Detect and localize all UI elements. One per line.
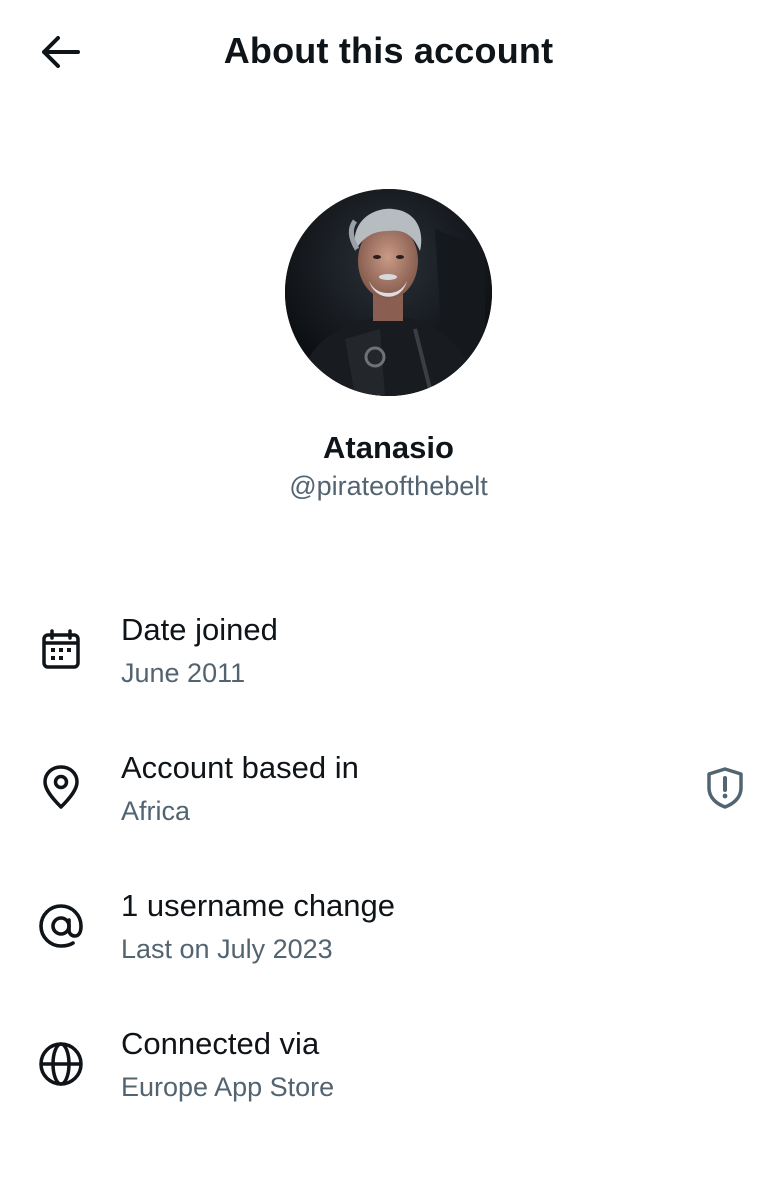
info-value: Europe App Store xyxy=(121,1072,335,1102)
header: About this account xyxy=(0,0,777,104)
at-sign-icon xyxy=(36,901,86,951)
info-value: Last on July 2023 xyxy=(121,934,333,964)
avatar[interactable] xyxy=(285,189,492,396)
info-value: June 2011 xyxy=(121,658,246,688)
page-title: About this account xyxy=(223,30,554,71)
globe-icon xyxy=(36,1039,86,1089)
info-row-username-change: 1 username change Last on July 2023 xyxy=(0,881,777,981)
info-label: 1 username change xyxy=(121,888,396,923)
display-name: Atanasio xyxy=(323,430,454,465)
info-row-account-based-in: Account based in Africa xyxy=(0,743,777,843)
username-handle: @pirateofthebelt xyxy=(289,471,488,501)
info-label: Date joined xyxy=(121,612,278,647)
info-value: Africa xyxy=(121,796,191,826)
shield-alert-icon[interactable] xyxy=(700,763,750,813)
info-row-date-joined: Date joined June 2011 xyxy=(0,605,777,705)
info-row-connected-via: Connected via Europe App Store xyxy=(0,1019,777,1119)
info-label: Account based in xyxy=(121,750,359,785)
profile-photo xyxy=(285,189,492,396)
info-label: Connected via xyxy=(121,1026,320,1061)
location-pin-icon xyxy=(36,763,86,813)
calendar-icon xyxy=(36,625,86,675)
about-account-page: About this account Atanasio @pirateofthe… xyxy=(0,0,777,1200)
